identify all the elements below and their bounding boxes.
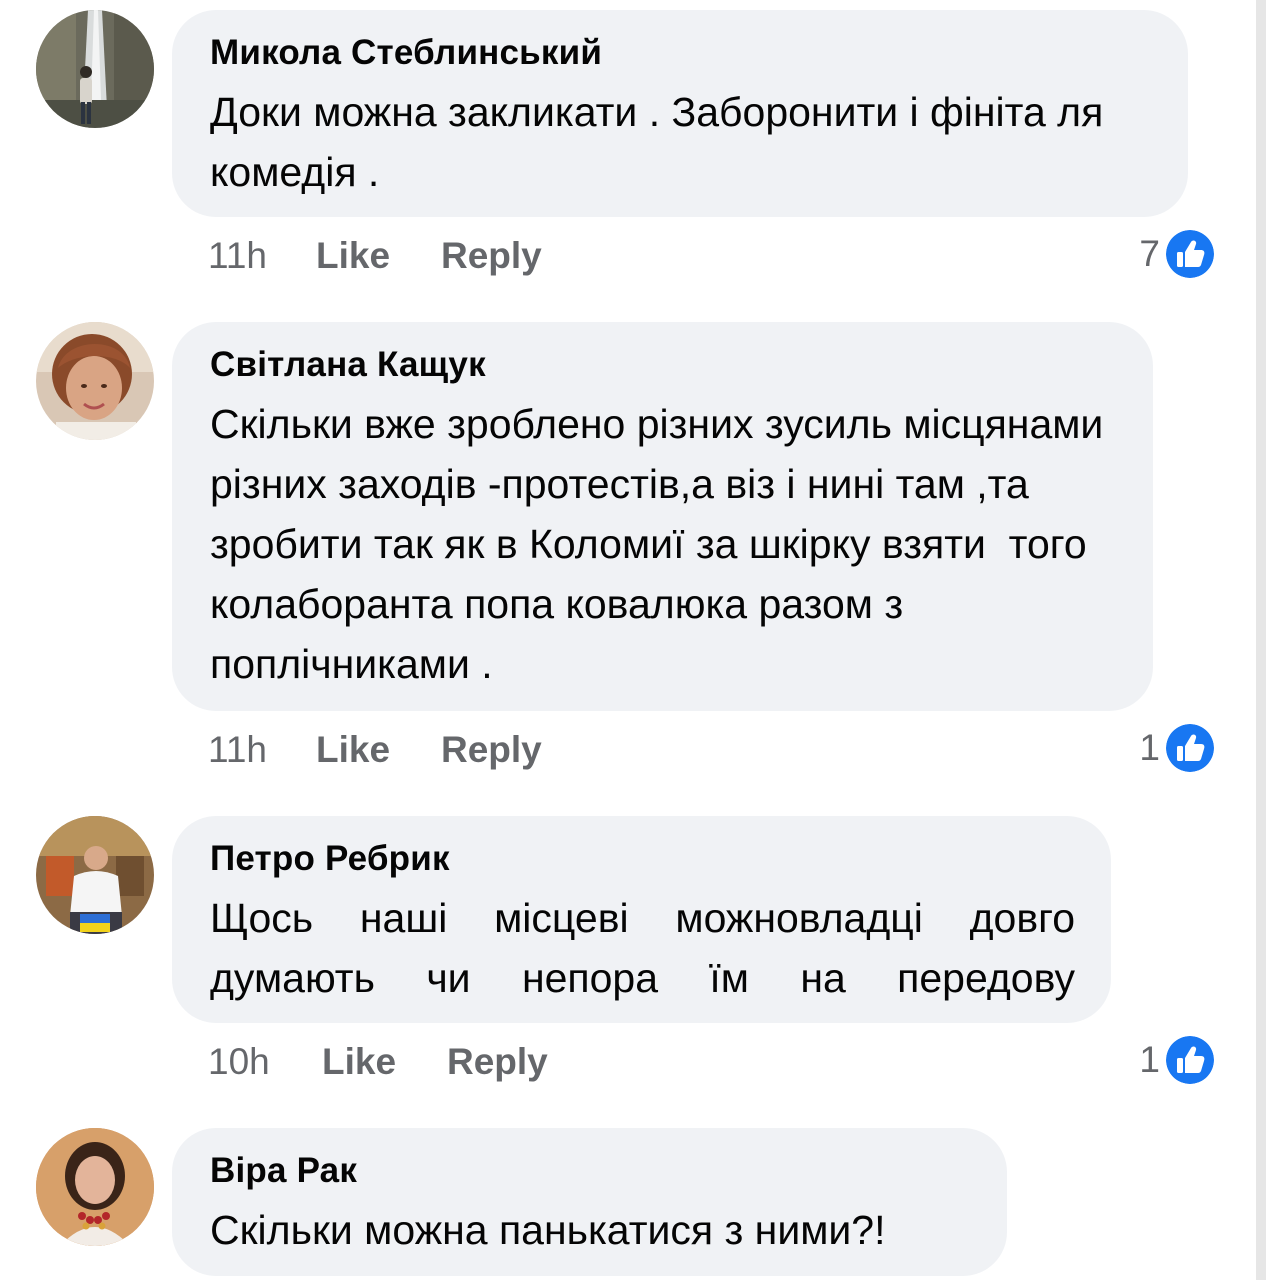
comment-bubble: Віра Рак Скільки можна панькатися з ними…	[172, 1128, 1007, 1276]
scrollbar[interactable]	[1256, 0, 1266, 1280]
comment-4: Віра Рак Скільки можна панькатися з ними…	[0, 0, 1250, 1280]
comment-author[interactable]: Віра Рак	[210, 1150, 971, 1192]
avatar[interactable]	[36, 1128, 154, 1246]
comment-text: Скільки можна панькатися з ними?!	[210, 1207, 886, 1253]
avatar-photo-woman-beads	[36, 1128, 154, 1246]
